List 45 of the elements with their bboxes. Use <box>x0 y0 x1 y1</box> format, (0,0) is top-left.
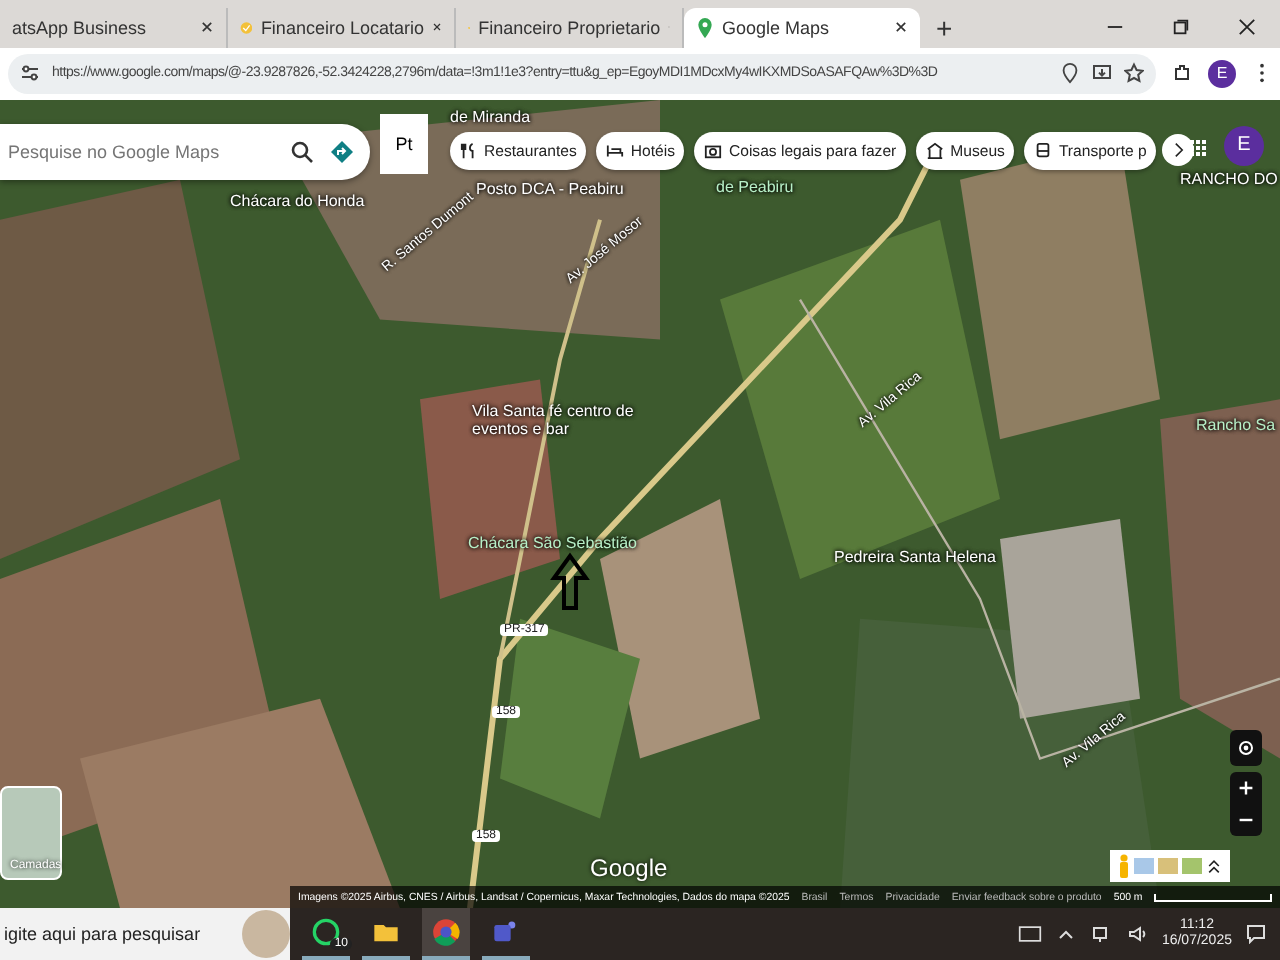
museum-icon <box>926 141 945 160</box>
zoom-in-button[interactable] <box>1230 771 1262 804</box>
bus-icon <box>1034 141 1053 160</box>
expand-icon[interactable] <box>1206 857 1222 874</box>
zoom-out-button[interactable] <box>1230 803 1262 836</box>
apps-grid-icon[interactable] <box>1188 137 1208 158</box>
search-field[interactable]: Pesquise no Google Maps <box>4 139 274 164</box>
volume-icon[interactable] <box>1125 924 1150 944</box>
bed-icon <box>606 141 625 160</box>
place-label[interactable]: de Peabiru <box>716 177 794 196</box>
star-icon[interactable] <box>1124 62 1144 85</box>
up-arrow-icon <box>550 549 590 614</box>
place-label[interactable]: Posto DCA - Peabiru <box>476 181 624 200</box>
place-label[interactable]: Chácara do Honda <box>230 193 365 212</box>
location-icon[interactable] <box>1060 62 1080 85</box>
my-location-button[interactable] <box>1230 729 1262 766</box>
widget-icon[interactable] <box>1017 924 1042 944</box>
place-label[interactable]: Rancho Sa <box>1196 415 1276 434</box>
search-box[interactable]: Pesquise no Google Maps <box>0 123 370 180</box>
taskbar-search-field[interactable]: igite aqui para pesquisar <box>0 908 290 960</box>
chevron-right-icon <box>1173 142 1184 159</box>
search-icon[interactable] <box>290 139 314 164</box>
new-tab-button[interactable]: + <box>920 7 969 48</box>
browser-icon <box>432 918 460 946</box>
browser-tab[interactable]: Google Maps <box>684 7 920 48</box>
profile-avatar[interactable]: E <box>1208 59 1236 88</box>
restore-icon[interactable] <box>1172 17 1190 36</box>
place-label[interactable]: RANCHO DO <box>1180 171 1278 190</box>
tune-icon[interactable] <box>20 62 40 85</box>
map-pin-icon <box>696 17 714 38</box>
directions-icon[interactable] <box>330 139 354 164</box>
scale-bar <box>1154 893 1272 901</box>
locate-icon <box>1236 737 1256 758</box>
extensions-icon[interactable] <box>1172 62 1192 85</box>
notification-icon[interactable] <box>1244 924 1268 944</box>
fork-knife-icon <box>460 141 478 160</box>
people-icon <box>492 918 520 946</box>
plus-icon <box>1238 779 1254 796</box>
camera-icon <box>704 141 723 160</box>
taskbar-app[interactable] <box>422 908 470 960</box>
google-logo: Google <box>590 853 668 882</box>
place-label[interactable]: de Miranda <box>450 109 531 128</box>
install-icon[interactable] <box>1092 62 1112 85</box>
illustration-placeholder <box>242 910 290 958</box>
layer-select[interactable]: Pt <box>380 113 428 174</box>
